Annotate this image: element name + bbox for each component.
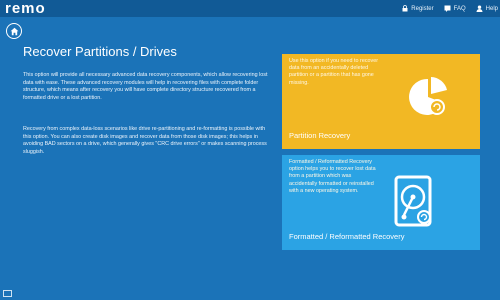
hard-drive-icon <box>394 175 432 227</box>
app-logo: remo <box>5 0 46 17</box>
lock-icon <box>402 5 408 12</box>
help-link[interactable]: Help <box>476 5 498 12</box>
faq-link[interactable]: FAQ <box>444 5 466 12</box>
home-icon <box>10 27 18 35</box>
partition-pie-icon <box>409 77 447 115</box>
partition-recovery-tile[interactable]: Use this option if you need to recover d… <box>282 54 480 149</box>
partition-recovery-description: Use this option if you need to recover d… <box>289 58 378 86</box>
formatted-recovery-tile[interactable]: Formatted / Reformatted Recovery option … <box>282 155 480 250</box>
scroll-corner <box>3 290 12 297</box>
formatted-recovery-label: Formatted / Reformatted Recovery <box>289 232 405 241</box>
formatted-recovery-description: Formatted / Reformatted Recovery option … <box>289 159 376 194</box>
top-nav: Register FAQ Help <box>402 0 500 17</box>
details-paragraph: Recovery from complex data-loss scenario… <box>23 126 267 155</box>
faq-label: FAQ <box>453 5 466 12</box>
top-bar: remo Register FAQ Help <box>0 0 500 17</box>
partition-recovery-label: Partition Recovery <box>289 131 351 140</box>
help-label: Help <box>485 5 498 12</box>
faq-icon <box>444 5 451 12</box>
home-button[interactable] <box>6 23 22 39</box>
register-label: Register <box>411 5 434 12</box>
intro-paragraph: This option will provide all necessary a… <box>23 72 268 101</box>
user-icon <box>476 5 483 12</box>
page-title: Recover Partitions / Drives <box>23 44 177 59</box>
register-link[interactable]: Register <box>402 5 434 12</box>
